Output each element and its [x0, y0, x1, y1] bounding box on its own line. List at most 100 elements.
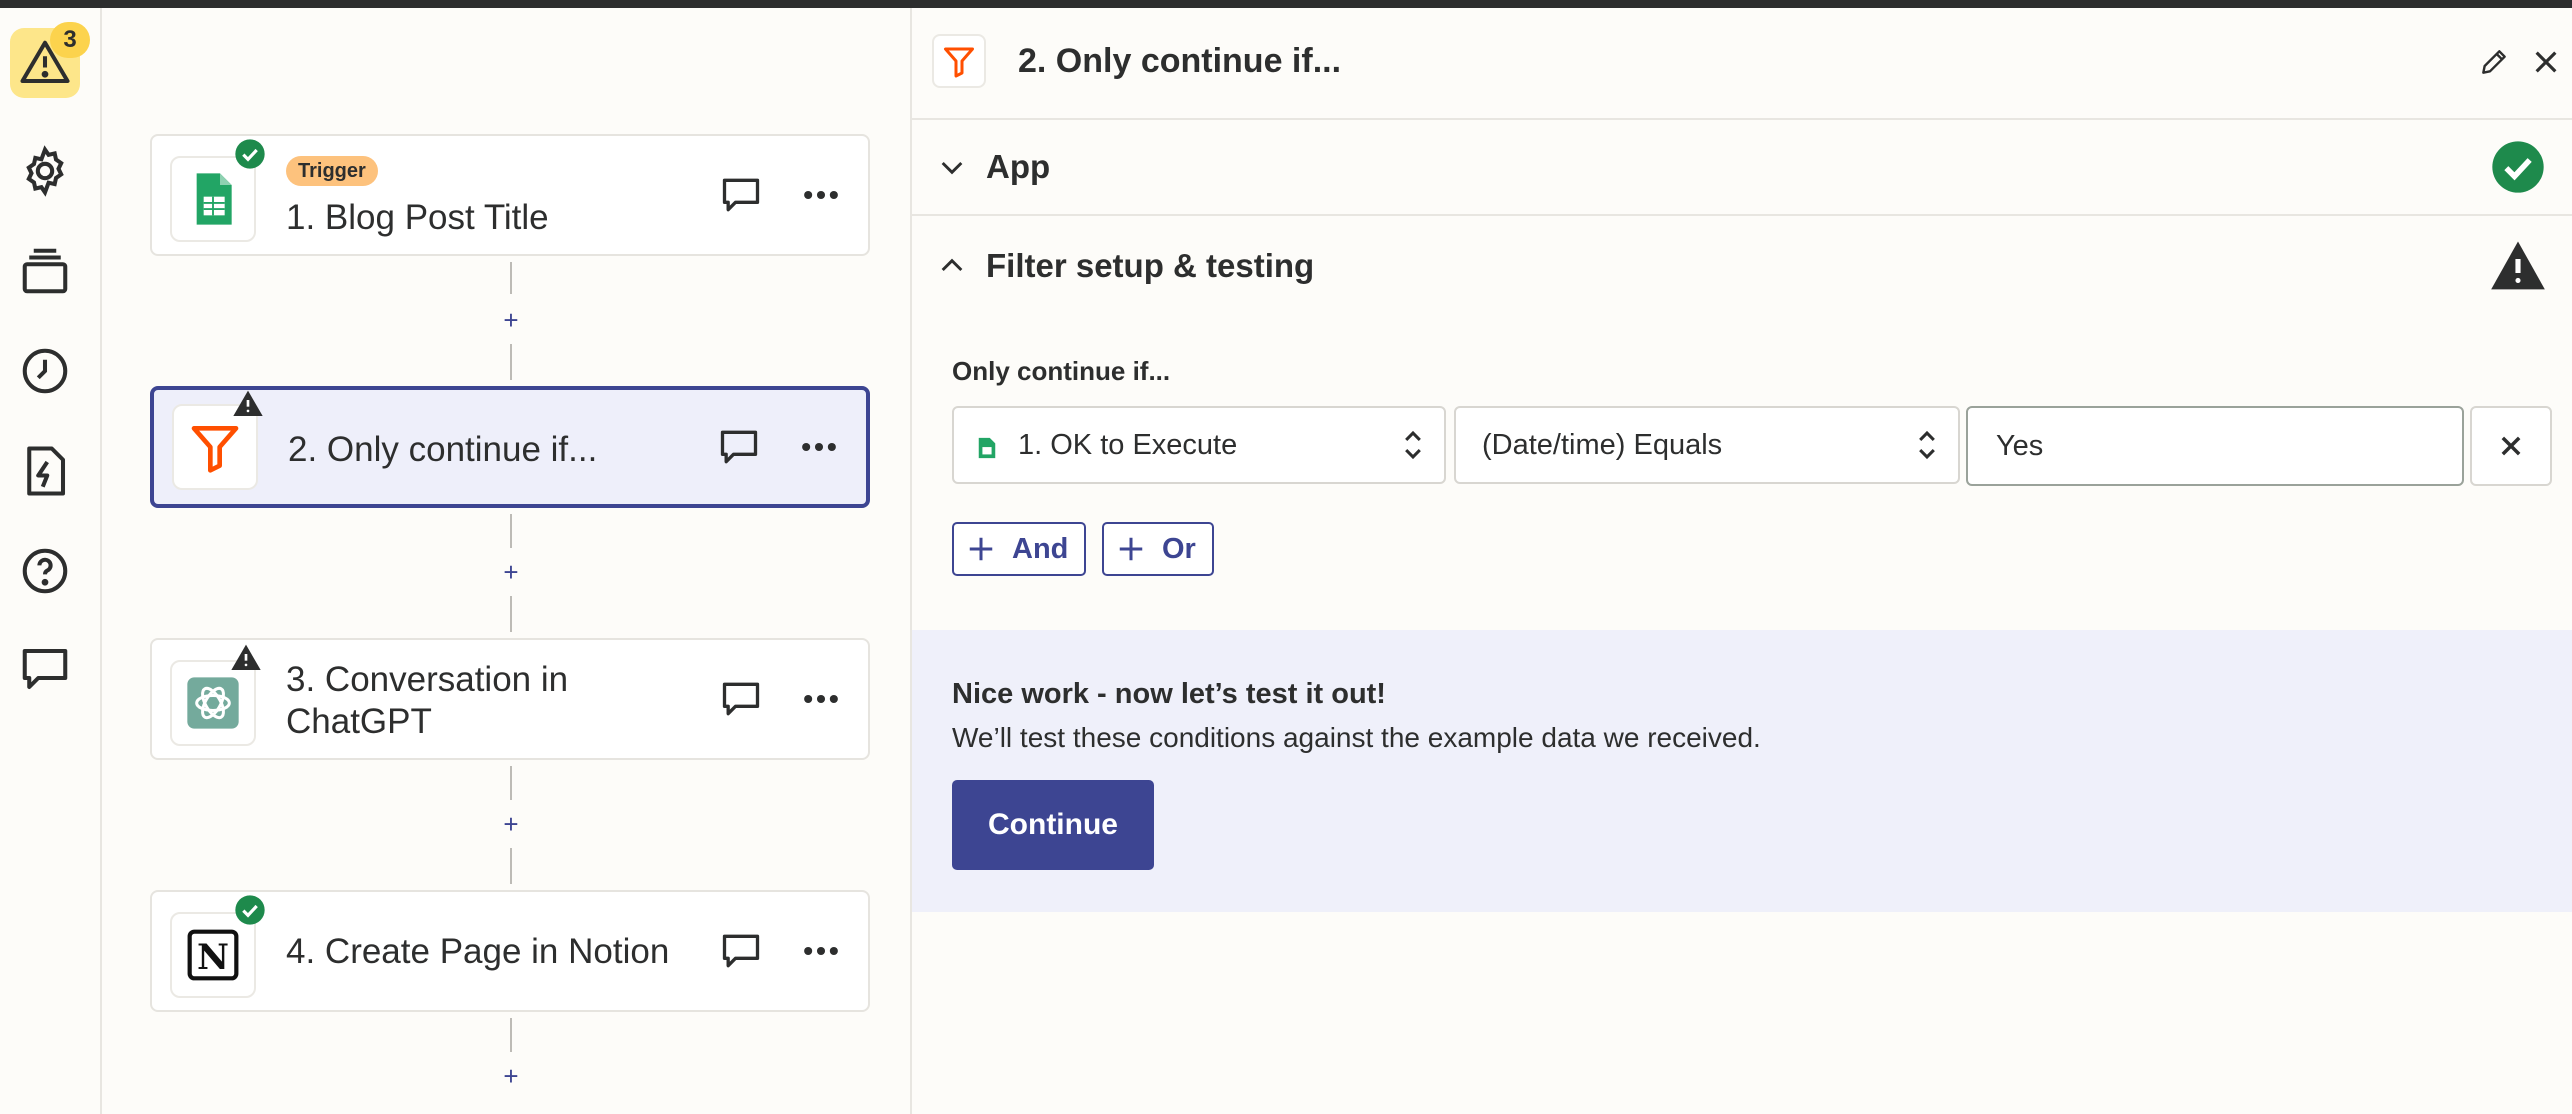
left-rail: 3 [0, 8, 102, 1114]
settings-button[interactable] [10, 136, 80, 206]
filter-icon [944, 47, 974, 78]
trigger-tag: Trigger [286, 156, 378, 186]
notion-icon: N [187, 929, 239, 981]
connector-line [510, 514, 512, 548]
step-more-button[interactable] [798, 928, 844, 974]
chevron-up-icon [941, 258, 963, 272]
comment-icon [720, 430, 758, 464]
filter-app-icon [932, 34, 986, 88]
google-sheets-icon [978, 437, 996, 459]
more-dots-icon [802, 442, 836, 452]
value-input[interactable]: Yes [1966, 406, 2464, 486]
step-more-button[interactable] [798, 172, 844, 218]
field-select-value: 1. OK to Execute [1018, 428, 1238, 461]
more-dots-icon [804, 694, 838, 704]
add-or-condition-button[interactable]: Or [1102, 522, 1214, 576]
step-more-button[interactable] [796, 424, 842, 470]
connector-line [510, 1018, 512, 1052]
connector-line [510, 848, 512, 884]
continue-button[interactable]: Continue [952, 780, 1154, 870]
comment-icon [22, 648, 68, 690]
connector-line [510, 596, 512, 632]
check-circle-icon [235, 139, 265, 169]
comment-icon [722, 934, 760, 968]
step-comment-button[interactable] [718, 676, 764, 722]
svg-text:N: N [197, 937, 229, 978]
check-circle-icon [235, 895, 265, 925]
step-card-1[interactable]: Trigger 1. Blog Post Title [150, 134, 870, 256]
step-actions [718, 172, 844, 218]
step-card-2[interactable]: 2. Only continue if... [150, 386, 870, 508]
test-description: We’ll test these conditions against the … [952, 722, 1761, 753]
close-icon [2535, 51, 2557, 73]
step-title-line-1: 3. Conversation in [286, 660, 569, 699]
step-more-button[interactable] [798, 676, 844, 722]
step-ok-status [234, 138, 266, 170]
step-ok-status [234, 894, 266, 926]
close-icon [2501, 436, 2521, 456]
panel-title: 2. Only continue if... [1018, 42, 1342, 80]
history-icon [22, 348, 68, 394]
more-dots-icon [804, 190, 838, 200]
step-warning-status [232, 388, 264, 420]
zap-canvas: Trigger 1. Blog Post Title + 2. Only con… [104, 8, 910, 1114]
warning-icon [2491, 241, 2545, 290]
alerts-button[interactable]: 3 [10, 22, 90, 98]
zap-runs-icon [27, 446, 66, 496]
step-comment-button[interactable] [718, 928, 764, 974]
panel-header: 2. Only continue if... [912, 8, 2572, 120]
add-step-button[interactable]: + [498, 1062, 524, 1090]
connector-line [510, 344, 512, 380]
step-title: 4. Create Page in Notion [286, 932, 670, 971]
filter-section-header[interactable]: Filter setup & testing [912, 218, 2572, 314]
add-step-button[interactable]: + [498, 558, 524, 586]
field-select[interactable]: 1. OK to Execute [952, 406, 1446, 484]
close-panel-button[interactable] [2526, 42, 2566, 82]
comments-button[interactable] [10, 634, 80, 704]
add-step-button[interactable]: + [498, 306, 524, 334]
step-actions [718, 676, 844, 722]
chatgpt-icon [187, 677, 239, 729]
top-bar [0, 0, 2572, 8]
connector-line [510, 766, 512, 800]
comment-icon [722, 682, 760, 716]
history-button[interactable] [10, 336, 80, 406]
plus-icon [1119, 537, 1143, 561]
step-comment-button[interactable] [718, 172, 764, 218]
updown-chevron-icon [1919, 430, 1935, 460]
step-warning-status [230, 642, 262, 674]
versions-button[interactable] [10, 236, 80, 306]
section-title: Filter setup & testing [986, 247, 1315, 284]
step-actions [716, 424, 842, 470]
condition-select-value: (Date/time) Equals [1482, 428, 1723, 461]
filter-icon [191, 426, 239, 473]
or-label: Or [1162, 532, 1196, 565]
and-label: And [1012, 532, 1069, 565]
add-step-button[interactable]: + [498, 810, 524, 838]
condition-select[interactable]: (Date/time) Equals [1454, 406, 1960, 484]
remove-condition-button[interactable] [2470, 406, 2552, 486]
app-section-header[interactable]: App [912, 120, 2572, 216]
test-title: Nice work - now let’s test it out! [952, 678, 1386, 710]
step-card-3[interactable]: 3. Conversation in ChatGPT [150, 638, 870, 760]
step-title: 2. Only continue if... [288, 430, 598, 469]
step-editor-panel: 2. Only continue if... App Filter setup … [910, 8, 2572, 1114]
gear-icon [26, 145, 64, 197]
more-dots-icon [804, 946, 838, 956]
google-sheets-icon [196, 173, 232, 225]
warning-icon [231, 644, 261, 670]
pencil-icon [2482, 50, 2506, 74]
step-card-4[interactable]: N 4. Create Page in Notion [150, 890, 870, 1012]
zap-runs-button[interactable] [10, 436, 80, 506]
check-circle-icon [2492, 141, 2544, 193]
add-and-condition-button[interactable]: And [952, 522, 1087, 576]
step-title-line-2: ChatGPT [286, 702, 432, 741]
step-comment-button[interactable] [716, 424, 762, 470]
help-button[interactable] [10, 536, 80, 606]
plus-icon [969, 537, 993, 561]
chevron-down-icon [941, 161, 963, 175]
help-icon [22, 548, 68, 594]
rename-button[interactable] [2474, 42, 2514, 82]
versions-icon [22, 248, 68, 294]
section-title: App [986, 148, 1051, 185]
